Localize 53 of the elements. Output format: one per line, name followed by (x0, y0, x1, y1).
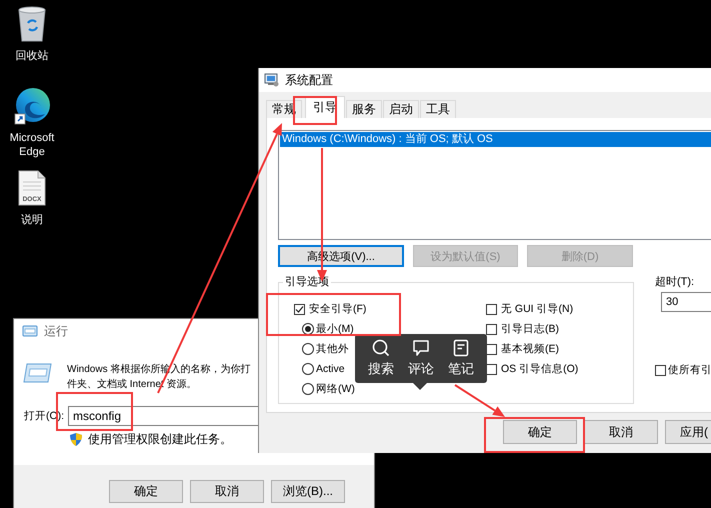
command-input[interactable]: msconfig (68, 406, 258, 426)
timeout-input[interactable]: 30 (661, 292, 711, 312)
dialog-button[interactable]: 确定 (109, 480, 183, 503)
run-icon (23, 362, 53, 384)
option-label: 最小(M) (316, 322, 354, 336)
option-label: 安全引导(F) (309, 302, 366, 316)
radio-button[interactable] (302, 343, 314, 355)
edge-browser-icon (13, 87, 51, 125)
search-icon (372, 339, 390, 357)
window-title: 系统配置 (285, 72, 333, 88)
radio-button[interactable] (302, 383, 314, 395)
dialog-button[interactable]: 浏览(B)... (271, 480, 345, 503)
admin-note: 使用管理权限创建此任务。 (88, 431, 232, 448)
toolbar-button[interactable]: 搜索 (368, 339, 394, 378)
toolbar-button[interactable]: 评论 (408, 339, 434, 378)
settings-window-icon (264, 73, 279, 87)
dialog-button[interactable]: 取消 (190, 480, 264, 503)
note-icon (453, 339, 469, 357)
option-label: 网络(W) (316, 382, 355, 396)
speech-bubble-icon (412, 339, 430, 357)
checkbox[interactable] (486, 344, 497, 354)
desktop-icon-label[interactable]: 说明 (1, 213, 63, 227)
radio-button[interactable] (302, 323, 314, 335)
dialog-button[interactable]: 确定 (503, 420, 577, 444)
radio-button[interactable] (302, 363, 314, 375)
window-title: 运行 (44, 322, 68, 340)
option-label: OS 引导信息(O) (501, 362, 578, 376)
shield-icon (69, 432, 83, 447)
desktop-icon-label[interactable]: 回收站 (1, 49, 63, 63)
tab[interactable]: 启动 (383, 100, 419, 118)
checkbox[interactable] (486, 364, 497, 374)
tab[interactable]: 服务 (346, 100, 382, 118)
desktop-icon-label[interactable]: Microsoft Edge (1, 131, 63, 159)
group-title: 引导选项 (284, 275, 330, 289)
option-label: 基本视频(E) (501, 342, 559, 356)
checkbox[interactable] (294, 304, 305, 314)
recycle-bin-icon (16, 6, 48, 42)
option-label: Active (316, 363, 345, 375)
timeout-label: 超时(T): (655, 275, 696, 289)
tab[interactable]: 工具 (420, 100, 456, 118)
checkbox[interactable] (655, 364, 666, 376)
checkbox[interactable] (486, 324, 497, 334)
annotation-arrow (454, 384, 505, 417)
dialog-button[interactable]: 取消 (584, 420, 658, 444)
checkbox[interactable] (486, 304, 497, 314)
option-label: 无 GUI 引导(N) (501, 302, 574, 316)
option-label: 引导日志(B) (501, 322, 559, 336)
run-icon (22, 325, 38, 337)
option-label: 使所有引 (668, 363, 711, 377)
boot-entry[interactable]: Windows (C:\Windows) : 当前 OS; 默认 OS (280, 132, 711, 147)
toolbar-button[interactable]: 笔记 (448, 339, 474, 378)
option-label: 其他外 (316, 342, 349, 356)
dialog-button[interactable]: 应用( (665, 420, 711, 444)
